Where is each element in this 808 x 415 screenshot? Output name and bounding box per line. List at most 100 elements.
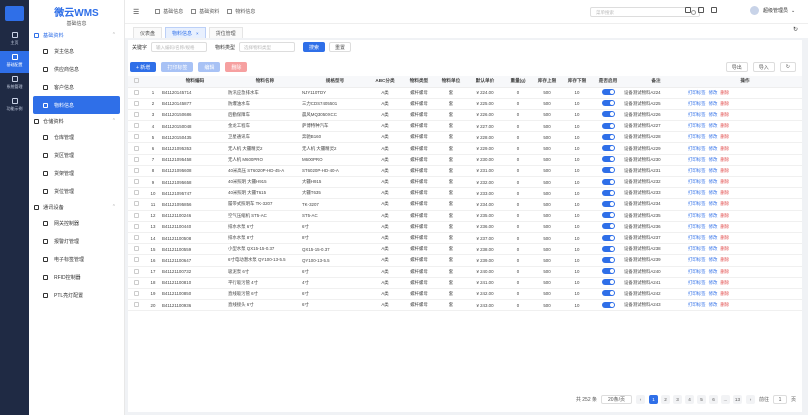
enabled-toggle[interactable] bbox=[601, 279, 615, 286]
print-label-link[interactable]: 打印标签 bbox=[688, 246, 706, 251]
sidebar-item-shelf[interactable]: 货架管理 bbox=[29, 164, 124, 182]
add-button[interactable]: + 新增 bbox=[130, 62, 157, 72]
print-label-link[interactable]: 打印标签 bbox=[688, 291, 706, 296]
enabled-toggle[interactable] bbox=[601, 234, 615, 241]
edit-link[interactable]: 修改 bbox=[709, 257, 718, 262]
edit-link[interactable]: 修改 bbox=[709, 168, 718, 173]
row-checkbox[interactable] bbox=[133, 134, 139, 140]
edit-link[interactable]: 修改 bbox=[709, 190, 718, 195]
edit-link[interactable]: 修改 bbox=[709, 101, 718, 106]
sidebar-item-supplier[interactable]: 供应商信息 bbox=[29, 60, 124, 78]
table-row[interactable]: 2 B41120145877 防爆油水车 三力CDS7405501 A类 螺杆螺母套 ¥ 2… bbox=[128, 98, 802, 110]
table-row[interactable]: 7 B41121095458 无人机 M600PRO M600PRO A类 螺杆螺母套 ¥ … bbox=[128, 154, 802, 166]
table-row[interactable]: 12 B41121100246 空气压缩机 ST5-AC ST5-AC A类 螺杆螺母套 ¥… bbox=[128, 210, 802, 222]
print-label-link[interactable]: 打印标签 bbox=[688, 112, 706, 117]
keyword-input[interactable]: 输入编码/名称/规格 bbox=[151, 42, 208, 52]
row-checkbox[interactable] bbox=[133, 201, 139, 207]
enabled-toggle[interactable] bbox=[601, 167, 615, 174]
enabled-toggle[interactable] bbox=[601, 223, 615, 230]
row-checkbox[interactable] bbox=[133, 290, 139, 296]
table-row[interactable]: 8 B41121095608 40米高压 ST6020P-HD-45-A ST6020… bbox=[128, 165, 802, 178]
edit-link[interactable]: 修改 bbox=[709, 213, 718, 218]
print-label-link[interactable]: 打印标签 bbox=[688, 190, 706, 195]
enabled-toggle[interactable] bbox=[601, 145, 615, 152]
row-checkbox[interactable] bbox=[133, 279, 139, 285]
sidebar-group-basic[interactable]: 基础资料 ⌃ bbox=[29, 28, 124, 42]
delete-link[interactable]: 删除 bbox=[720, 201, 729, 206]
export-button[interactable]: 导出 bbox=[725, 62, 748, 72]
print-label-link[interactable]: 打印标签 bbox=[688, 134, 706, 139]
fullscreen-icon[interactable] bbox=[698, 7, 704, 13]
delete-link[interactable]: 删除 bbox=[720, 257, 729, 262]
page-number-button[interactable]: 5 bbox=[696, 395, 706, 404]
sidebar-item-customer[interactable]: 客户信息 bbox=[29, 78, 124, 96]
edit-link[interactable]: 修改 bbox=[709, 179, 718, 184]
delete-link[interactable]: 删除 bbox=[720, 123, 729, 128]
print-label-link[interactable]: 打印标签 bbox=[688, 157, 706, 162]
row-checkbox[interactable] bbox=[133, 246, 139, 252]
delete-button[interactable]: 删除 bbox=[225, 62, 248, 72]
delete-link[interactable]: 删除 bbox=[720, 112, 729, 117]
edit-link[interactable]: 修改 bbox=[709, 302, 718, 307]
refresh-table-button[interactable]: ↻ bbox=[779, 62, 796, 72]
edit-link[interactable]: 修改 bbox=[709, 90, 718, 95]
row-checkbox[interactable] bbox=[133, 212, 139, 218]
print-label-button[interactable]: 打印标签 bbox=[161, 62, 194, 72]
enabled-toggle[interactable] bbox=[601, 100, 615, 107]
print-label-link[interactable]: 打印标签 bbox=[688, 101, 706, 106]
delete-link[interactable]: 删除 bbox=[720, 168, 729, 173]
page-number-button[interactable]: ... bbox=[720, 395, 730, 404]
table-row[interactable]: 14 B41121100508 排水水泵 8寸 8寸 A类 螺杆螺母套 ¥ 237.00 0 5… bbox=[128, 232, 802, 245]
table-row[interactable]: 9 B41121095658 40米照明 大疆H915 大疆H915 A类 螺杆螺母套 ¥ … bbox=[128, 176, 802, 189]
row-checkbox[interactable] bbox=[133, 179, 139, 185]
theme-icon[interactable] bbox=[711, 7, 717, 13]
enabled-toggle[interactable] bbox=[601, 122, 615, 129]
print-label-link[interactable]: 打印标签 bbox=[688, 257, 706, 262]
page-number-button[interactable]: 13 bbox=[732, 395, 742, 404]
table-row[interactable]: 10 B41121095747 40米照明 大疆T615 大疆T635 A类 螺杆螺母套 ¥… bbox=[128, 187, 802, 200]
table-row[interactable]: 1 B41120145714 防汛应急排水车 NJY110TDY A类 螺杆螺母套 ¥ 22… bbox=[128, 87, 802, 99]
row-checkbox[interactable] bbox=[133, 123, 139, 129]
print-label-link[interactable]: 打印标签 bbox=[688, 168, 706, 173]
print-label-link[interactable]: 打印标签 bbox=[688, 235, 706, 240]
edit-link[interactable]: 修改 bbox=[709, 201, 718, 206]
row-checkbox[interactable] bbox=[133, 167, 139, 173]
print-label-link[interactable]: 打印标签 bbox=[688, 179, 706, 184]
row-checkbox[interactable] bbox=[133, 235, 139, 241]
row-checkbox[interactable] bbox=[133, 111, 139, 117]
rail-item-system[interactable]: 系统管理 bbox=[0, 73, 29, 95]
goto-page-input[interactable]: 1 bbox=[772, 395, 787, 404]
delete-link[interactable]: 删除 bbox=[720, 246, 729, 251]
row-checkbox[interactable] bbox=[133, 156, 139, 162]
edit-link[interactable]: 修改 bbox=[709, 112, 718, 117]
tab-location[interactable]: 货位管理 bbox=[208, 27, 243, 38]
row-checkbox[interactable] bbox=[133, 302, 139, 308]
delete-link[interactable]: 删除 bbox=[720, 291, 729, 296]
enabled-toggle[interactable] bbox=[601, 290, 615, 297]
delete-link[interactable]: 删除 bbox=[720, 302, 729, 307]
enabled-toggle[interactable] bbox=[601, 111, 615, 118]
enabled-toggle[interactable] bbox=[601, 301, 615, 308]
delete-link[interactable]: 删除 bbox=[720, 134, 729, 139]
row-checkbox[interactable] bbox=[133, 100, 139, 106]
table-row[interactable]: 4 B41120150048 金龙工程车 萨博特种汽车 A类 螺杆螺母套 ¥ 227.00 0… bbox=[128, 120, 802, 133]
import-button[interactable]: 导入 bbox=[752, 62, 775, 72]
delete-link[interactable]: 删除 bbox=[720, 269, 729, 274]
bell-icon[interactable] bbox=[685, 7, 691, 13]
page-number-button[interactable]: 4 bbox=[684, 395, 694, 404]
delete-link[interactable]: 删除 bbox=[720, 157, 729, 162]
print-label-link[interactable]: 打印标签 bbox=[688, 90, 706, 95]
close-icon[interactable]: × bbox=[196, 31, 199, 36]
enabled-toggle[interactable] bbox=[601, 178, 615, 185]
print-label-link[interactable]: 打印标签 bbox=[688, 201, 706, 206]
delete-link[interactable]: 删除 bbox=[720, 213, 729, 218]
enabled-toggle[interactable] bbox=[601, 89, 615, 96]
print-label-link[interactable]: 打印标签 bbox=[688, 269, 706, 274]
enabled-toggle[interactable] bbox=[601, 133, 615, 140]
material-type-select[interactable]: 选择物料类型 bbox=[239, 42, 296, 52]
table-row[interactable]: 3 B41120150686 后勤保障车 晨风MQ3050XCC A类 螺杆螺母套 ¥ 22… bbox=[128, 109, 802, 122]
table-row[interactable]: 13 B41121100440 排水水泵 6寸 6寸 A类 螺杆螺母套 ¥ 236.00 0 5… bbox=[128, 221, 802, 233]
tab-dashboard[interactable]: 仪表盘 bbox=[133, 27, 163, 38]
refresh-icon[interactable]: ↻ bbox=[793, 26, 798, 33]
sidebar-item-rfid[interactable]: RFID控制器 bbox=[29, 268, 124, 286]
